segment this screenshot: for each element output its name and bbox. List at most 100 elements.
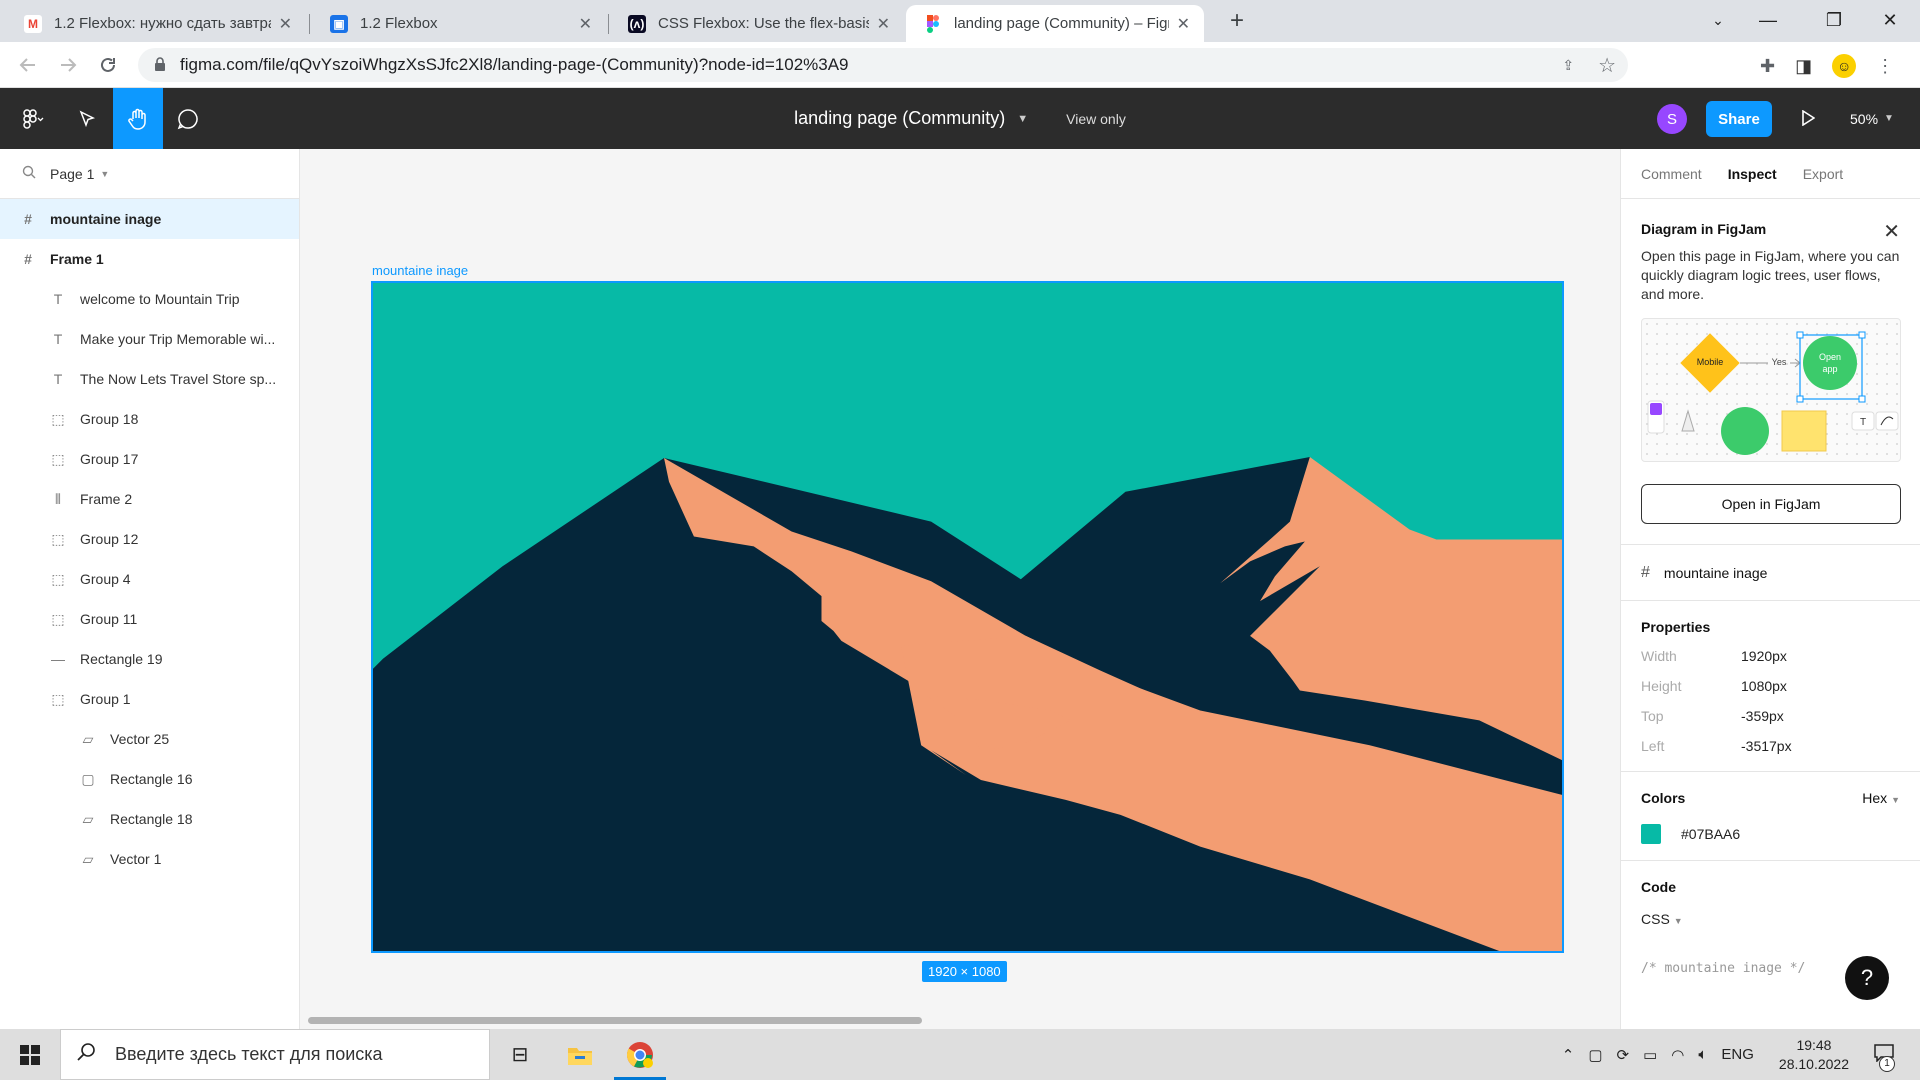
- close-tab-icon[interactable]: ✕: [1177, 14, 1190, 34]
- vector-icon: ▱: [82, 810, 94, 827]
- search-icon[interactable]: [22, 165, 36, 182]
- figjam-title: Diagram in FigJam: [1641, 221, 1767, 237]
- color-format-dropdown[interactable]: Hex ▼: [1862, 790, 1900, 806]
- property-value[interactable]: 1080px: [1741, 678, 1787, 694]
- figjam-promo: Diagram in FigJam ✕ Open this page in Fi…: [1621, 199, 1920, 545]
- browser-tab-gmail[interactable]: M 1.2 Flexbox: нужно сдать завтра ✕: [6, 5, 306, 42]
- chrome-icon[interactable]: [610, 1029, 670, 1080]
- layer-item[interactable]: ⬚ Group 4: [0, 559, 299, 599]
- property-value[interactable]: 1920px: [1741, 648, 1787, 664]
- zoom-level: 50%: [1850, 110, 1879, 127]
- layer-item[interactable]: # Frame 1: [0, 239, 299, 279]
- layer-item[interactable]: ⬚ Group 18: [0, 399, 299, 439]
- property-value[interactable]: -3517px: [1741, 738, 1792, 754]
- layer-item[interactable]: ▱ Rectangle 18: [0, 799, 299, 839]
- chevron-down-icon[interactable]: ▼: [1017, 113, 1028, 125]
- browser-tab-freecodecamp[interactable]: (ʌ) CSS Flexbox: Use the flex-basis Pr ✕: [610, 5, 904, 42]
- side-panel-icon[interactable]: ◨: [1795, 56, 1812, 77]
- design-canvas[interactable]: mountaine inage 1920 × 1080: [300, 149, 1620, 1029]
- clock[interactable]: 19:48 28.10.2022: [1779, 1036, 1849, 1074]
- browser-menu-icon[interactable]: ⋮: [1876, 56, 1894, 77]
- file-explorer-icon[interactable]: [550, 1029, 610, 1080]
- notification-icon[interactable]: 1: [1874, 1043, 1895, 1072]
- windows-start-icon[interactable]: [0, 1029, 60, 1080]
- page-selector[interactable]: Page 1 ▼: [0, 149, 299, 199]
- color-format-value: Hex: [1862, 790, 1888, 806]
- section-title: Code: [1641, 879, 1676, 895]
- layer-item[interactable]: ▢ Rectangle 16: [0, 759, 299, 799]
- layer-item[interactable]: — Rectangle 19: [0, 639, 299, 679]
- close-tab-icon[interactable]: ✕: [877, 14, 890, 34]
- tab-inspect[interactable]: Inspect: [1728, 166, 1777, 182]
- tab-search-icon[interactable]: ⌄: [1690, 0, 1746, 40]
- forward-icon[interactable]: [54, 51, 82, 79]
- layer-item[interactable]: T Make your Trip Memorable wi...: [0, 319, 299, 359]
- battery-icon[interactable]: ▭: [1643, 1046, 1657, 1064]
- layer-item[interactable]: ⬚ Group 1: [0, 679, 299, 719]
- avatar[interactable]: S: [1657, 104, 1687, 134]
- close-icon[interactable]: ✕: [1883, 219, 1900, 244]
- figma-icon: [924, 14, 942, 33]
- wifi-icon[interactable]: ◠: [1671, 1046, 1684, 1064]
- close-tab-icon[interactable]: ✕: [279, 14, 292, 34]
- browser-tab-figma[interactable]: landing page (Community) – Figr ✕: [906, 5, 1204, 42]
- code-language-dropdown[interactable]: CSS ▼: [1641, 911, 1900, 927]
- layer-item[interactable]: # mountaine inage: [0, 199, 299, 239]
- horizontal-scrollbar[interactable]: [308, 1017, 922, 1024]
- group-icon: ⬚: [51, 530, 65, 547]
- layer-item[interactable]: ⦀ Frame 2: [0, 479, 299, 519]
- line-icon: —: [51, 651, 65, 667]
- layer-item[interactable]: Twelcome to Mountain Trip: [0, 279, 299, 319]
- color-hex-value[interactable]: #07BAA6: [1681, 826, 1740, 842]
- reload-icon[interactable]: [94, 51, 122, 79]
- close-window-icon[interactable]: ✕: [1862, 0, 1918, 40]
- layer-item[interactable]: T The Now Lets Travel Store sp...: [0, 359, 299, 399]
- zoom-menu[interactable]: 50% ▼: [1850, 88, 1894, 149]
- minimize-icon[interactable]: —: [1740, 0, 1796, 40]
- property-row: Top -359px: [1641, 707, 1900, 725]
- property-value[interactable]: -359px: [1741, 708, 1784, 724]
- layer-name: Group 12: [80, 531, 139, 547]
- tab-comment[interactable]: Comment: [1641, 166, 1702, 182]
- layer-item[interactable]: ⬚ Group 17: [0, 439, 299, 479]
- chevron-down-icon: ▼: [100, 168, 110, 179]
- layer-item[interactable]: ▱ Vector 1: [0, 839, 299, 879]
- color-row[interactable]: #07BAA6: [1641, 824, 1900, 844]
- clock-date: 28.10.2022: [1778, 1055, 1849, 1072]
- file-name[interactable]: landing page (Community): [794, 108, 1005, 129]
- open-in-figjam-button[interactable]: Open in FigJam: [1641, 484, 1901, 524]
- share-button[interactable]: Share: [1706, 101, 1772, 137]
- back-icon[interactable]: [14, 51, 42, 79]
- update-icon[interactable]: ⟳: [1617, 1046, 1630, 1064]
- frame-label[interactable]: mountaine inage: [372, 263, 468, 278]
- url-field[interactable]: figma.com/file/qQvYszoiWhgzXsSJfc2Xl8/la…: [138, 48, 1628, 82]
- restore-icon[interactable]: ❐: [1806, 0, 1862, 40]
- profile-emoji-icon[interactable]: ☺: [1832, 54, 1857, 78]
- layer-name: Group 11: [80, 611, 138, 627]
- chevron-up-icon[interactable]: ⌃: [1562, 1046, 1575, 1064]
- taskbar-search-field[interactable]: Введите здесь текст для поиска: [60, 1029, 490, 1080]
- page-name: Page 1: [50, 165, 95, 182]
- extensions-icon[interactable]: ✚: [1760, 56, 1775, 77]
- task-view-icon[interactable]: ⊟: [490, 1029, 550, 1080]
- new-tab-button[interactable]: +: [1222, 6, 1252, 36]
- input-language[interactable]: ENG: [1721, 1046, 1754, 1063]
- clock-time: 19:48: [1796, 1036, 1832, 1053]
- browser-tab-classroom[interactable]: ▣ 1.2 Flexbox ✕: [312, 5, 606, 42]
- tab-export[interactable]: Export: [1803, 166, 1843, 182]
- browser-tab-bar: M 1.2 Flexbox: нужно сдать завтра ✕ ▣ 1.…: [0, 0, 1920, 42]
- frame-icon: #: [1641, 563, 1650, 581]
- device-icon[interactable]: ▢: [1588, 1046, 1602, 1064]
- selected-layer-name: mountaine inage: [1663, 564, 1768, 581]
- mountain-image-frame[interactable]: [371, 281, 1564, 953]
- share-page-icon[interactable]: ⇪: [1562, 57, 1574, 74]
- volume-icon[interactable]: 🔈︎: [1698, 1046, 1707, 1063]
- present-play-icon[interactable]: [1796, 106, 1820, 130]
- layer-item[interactable]: ▱ Vector 25: [0, 719, 299, 759]
- text-layer-icon: T: [53, 331, 63, 347]
- close-tab-icon[interactable]: ✕: [579, 14, 592, 34]
- help-button[interactable]: ?: [1845, 956, 1889, 1000]
- bookmark-star-icon[interactable]: ☆: [1598, 53, 1616, 78]
- layer-item[interactable]: ⬚ Group 12: [0, 519, 299, 559]
- layer-item[interactable]: ⬚ Group 11: [0, 599, 299, 639]
